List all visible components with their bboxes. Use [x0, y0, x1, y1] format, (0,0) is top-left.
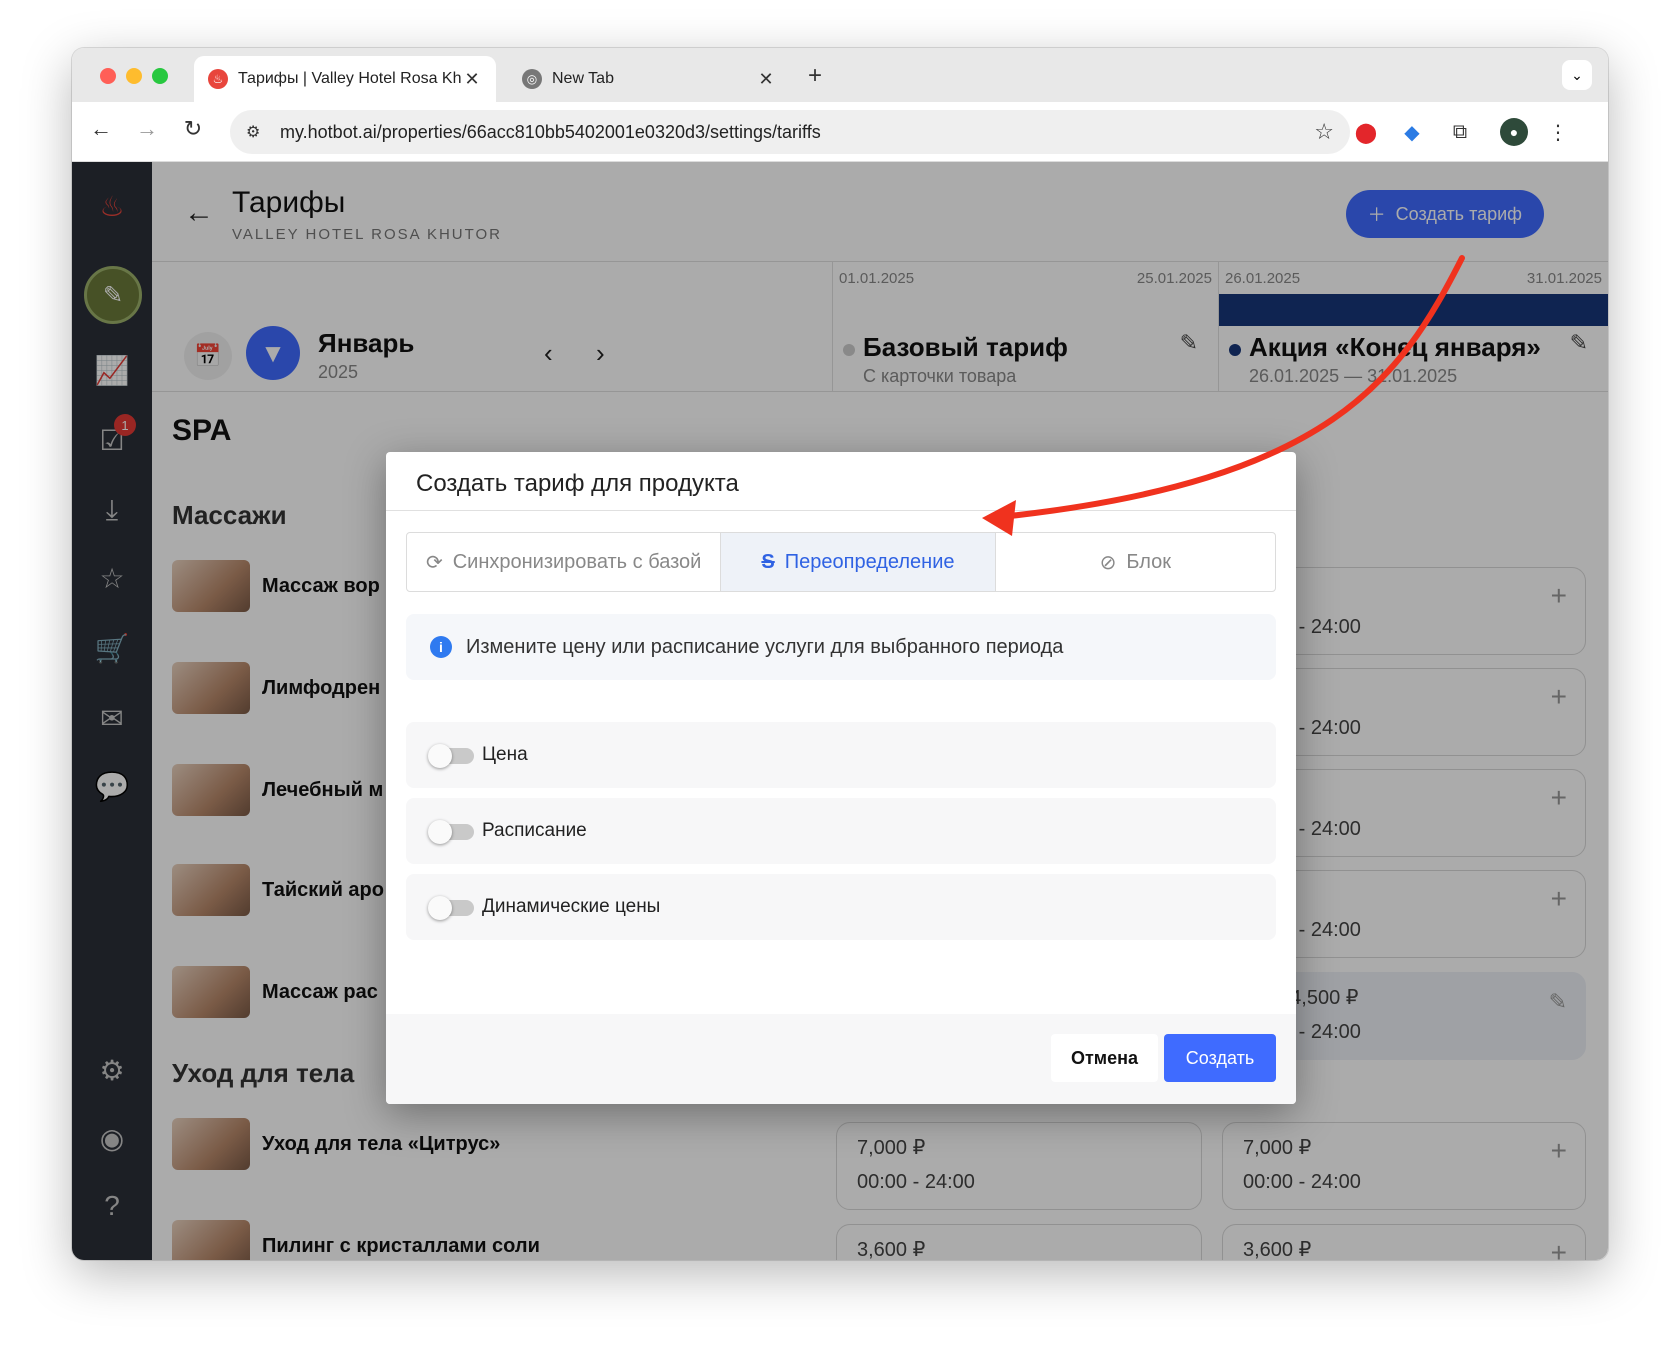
modal-footer: Отмена Создать [386, 1014, 1296, 1104]
tab-block[interactable]: ⊘ Блок [996, 533, 1275, 591]
dynamic-prices-toggle[interactable] [428, 896, 474, 920]
extensions-puzzle-icon[interactable]: ⧉ [1446, 118, 1474, 146]
address-bar[interactable]: ⚙ my.hotbot.ai/properties/66acc810bb5402… [230, 110, 1350, 154]
schedule-toggle[interactable] [428, 820, 474, 844]
cancel-button[interactable]: Отмена [1050, 1034, 1158, 1082]
option-row-dynamic-prices: Динамические цены [406, 874, 1276, 940]
tab-label: Блок [1126, 550, 1172, 573]
option-label: Цена [482, 744, 528, 765]
browser-window: ♨ Тарифы | Valley Hotel Rosa Khutor ✕ ◎ … [72, 48, 1608, 1260]
url-text: my.hotbot.ai/properties/66acc810bb540200… [280, 121, 821, 142]
option-label: Расписание [482, 820, 587, 841]
info-banner: i Измените цену или расписание услуги дл… [406, 614, 1276, 680]
close-tab-icon[interactable]: ✕ [462, 69, 482, 90]
price-toggle[interactable] [428, 744, 474, 768]
browser-tab-tariffs[interactable]: ♨ Тарифы | Valley Hotel Rosa Khutor ✕ [194, 56, 496, 102]
tab-label: Синхронизировать с базой [452, 550, 702, 573]
modal-title: Создать тариф для продукта [416, 470, 739, 497]
option-row-schedule: Расписание [406, 798, 1276, 864]
forward-icon[interactable]: → [132, 116, 162, 142]
create-tariff-modal: Создать тариф для продукта ⟳ Синхронизир… [386, 452, 1296, 1104]
sync-icon: ⟳ [425, 551, 443, 574]
app-area: ♨ ✎ 📈 ☑ 1 ⤓ ☆ 🛒 ✉ 💬 ⚙ ◉ ? ← Тарифы VALLE… [72, 162, 1608, 1260]
divider [386, 510, 1296, 511]
close-window-button[interactable] [100, 68, 116, 84]
hotbot-favicon-icon: ♨ [208, 69, 228, 89]
browser-tab-new[interactable]: ◎ New Tab ✕ [508, 56, 790, 102]
bookmark-star-icon[interactable]: ☆ [1314, 119, 1334, 145]
reload-icon[interactable]: ↻ [178, 116, 208, 142]
option-row-price: Цена [406, 722, 1276, 788]
tag-extension-icon[interactable]: ◆ [1398, 118, 1426, 146]
opera-extension-icon[interactable]: ⬤ [1352, 118, 1380, 146]
new-tab-button[interactable]: + [808, 62, 822, 90]
block-icon: ⊘ [1099, 551, 1117, 574]
tab-strip: ♨ Тарифы | Valley Hotel Rosa Khutor ✕ ◎ … [72, 48, 1608, 102]
tab-label: Переопределение [784, 550, 955, 573]
tab-search-chevron-icon[interactable]: ⌄ [1562, 60, 1592, 90]
close-tab-icon[interactable]: ✕ [756, 69, 776, 90]
info-icon: i [430, 636, 452, 658]
tab-title: Тарифы | Valley Hotel Rosa Khutor [238, 70, 462, 87]
browser-toolbar: ← → ↻ ⚙ my.hotbot.ai/properties/66acc810… [72, 102, 1608, 162]
tab-override[interactable]: S Переопределение [720, 533, 996, 591]
site-settings-icon[interactable]: ⚙ [246, 122, 266, 142]
strikethrough-icon: S [761, 550, 775, 573]
maximize-window-button[interactable] [152, 68, 168, 84]
option-label: Динамические цены [482, 896, 661, 917]
info-text: Измените цену или расписание услуги для … [466, 635, 1064, 658]
chrome-favicon-icon: ◎ [522, 69, 542, 89]
minimize-window-button[interactable] [126, 68, 142, 84]
tariff-type-selector: ⟳ Синхронизировать с базой S Переопредел… [406, 532, 1276, 592]
back-icon[interactable]: ← [86, 116, 116, 142]
tab-sync-with-base[interactable]: ⟳ Синхронизировать с базой [407, 533, 720, 591]
create-button[interactable]: Создать [1164, 1034, 1276, 1082]
tab-title: New Tab [552, 70, 614, 87]
browser-menu-icon[interactable]: ⋮ [1544, 118, 1572, 146]
profile-avatar[interactable]: ● [1500, 118, 1528, 146]
